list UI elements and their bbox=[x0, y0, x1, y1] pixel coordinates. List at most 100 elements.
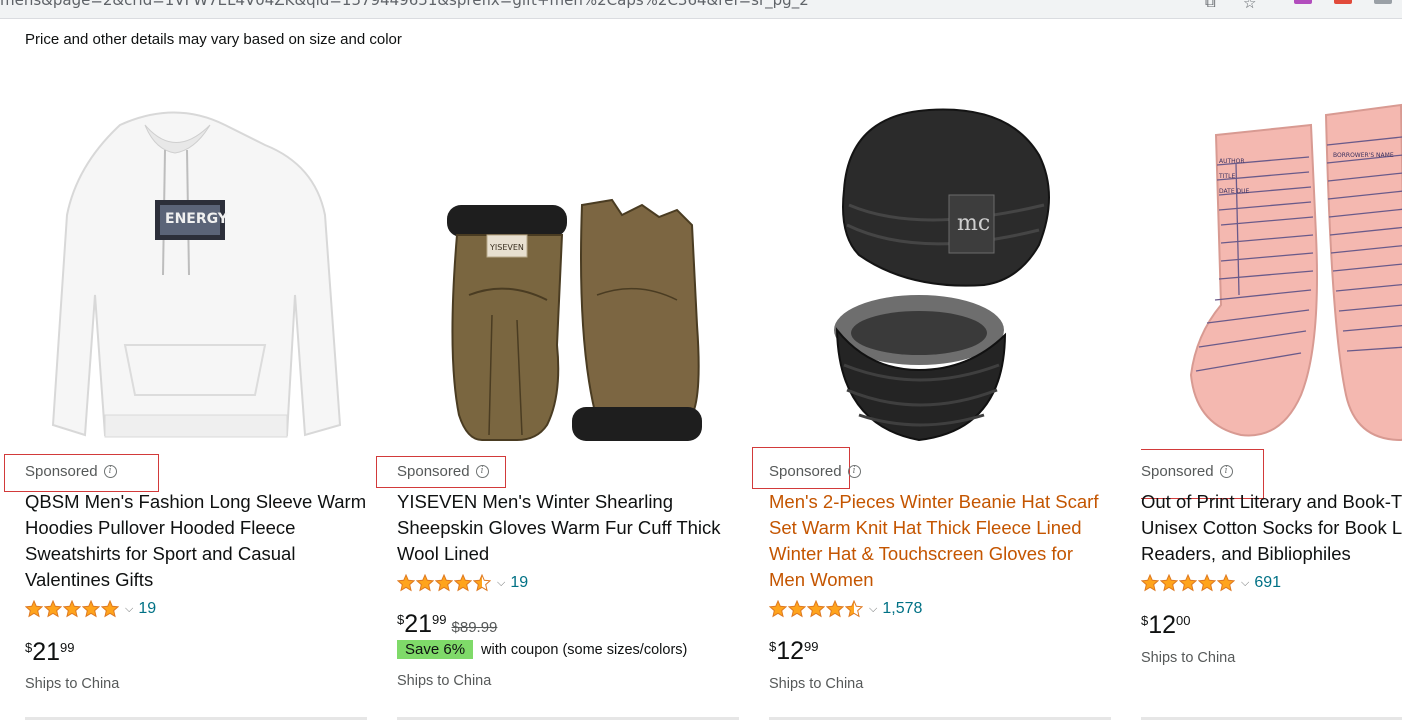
product-card: mc Sponsored i Men's 2-Pieces Winter Bea… bbox=[752, 95, 1114, 727]
currency-symbol: $ bbox=[769, 639, 777, 654]
chevron-down-icon[interactable]: ⌵ bbox=[497, 577, 505, 590]
list-price: $89.99 bbox=[451, 619, 498, 636]
chevron-down-icon[interactable]: ⌵ bbox=[125, 603, 133, 616]
divider bbox=[769, 717, 1111, 720]
price-whole: 21 bbox=[32, 638, 61, 666]
extension-icon[interactable] bbox=[1294, 0, 1312, 4]
price-notice: Price and other details may vary based o… bbox=[25, 31, 402, 48]
price-fraction: 99 bbox=[60, 640, 75, 655]
star-icon bbox=[1160, 574, 1178, 592]
shipping-text: Ships to China bbox=[1141, 650, 1236, 666]
chevron-down-icon[interactable]: ⌵ bbox=[869, 603, 877, 616]
star-icon bbox=[1141, 574, 1159, 592]
product-card: AUTHOR TITLE DATE DUE BORROWER'S NAME Sp… bbox=[1141, 95, 1402, 727]
price[interactable]: $ 21 99 bbox=[25, 638, 75, 666]
price[interactable]: $ 12 00 bbox=[1141, 611, 1191, 639]
white-hoodie-image[interactable]: ENERGY bbox=[25, 95, 367, 450]
sponsored-label[interactable]: Sponsored i bbox=[1141, 463, 1233, 480]
price-whole: 12 bbox=[776, 637, 805, 665]
star-icon bbox=[769, 600, 787, 618]
translate-icon[interactable]: ⧉ bbox=[1205, 0, 1216, 11]
sock-print-date: DATE DUE bbox=[1219, 188, 1250, 195]
star-icon bbox=[845, 600, 863, 618]
star-icon bbox=[826, 600, 844, 618]
star-rating[interactable] bbox=[769, 600, 863, 618]
price-fraction: 00 bbox=[1176, 613, 1191, 628]
currency-symbol: $ bbox=[1141, 613, 1149, 628]
star-icon bbox=[101, 600, 119, 618]
star-icon bbox=[788, 600, 806, 618]
shipping-text: Ships to China bbox=[397, 673, 492, 689]
sponsored-label[interactable]: Sponsored i bbox=[25, 463, 117, 480]
sponsored-text: Sponsored bbox=[1141, 463, 1214, 480]
rating-row: ⌵ 1,578 bbox=[769, 599, 922, 619]
star-rating[interactable] bbox=[25, 600, 119, 618]
shipping-text: Ships to China bbox=[769, 676, 864, 692]
review-count-link[interactable]: 19 bbox=[138, 600, 156, 618]
extension-icon[interactable] bbox=[1334, 0, 1352, 4]
browser-address-bar[interactable]: mens&page=2&crid=1VFW7EL4V04ZK&qid=15794… bbox=[0, 0, 1402, 19]
star-icon bbox=[416, 574, 434, 592]
sock-print-author: AUTHOR bbox=[1219, 158, 1245, 165]
product-card: ENERGY Sponsored i QBSM Men's Fashion Lo… bbox=[4, 95, 370, 727]
star-icon bbox=[1217, 574, 1235, 592]
product-title-link[interactable]: Men's 2-Pieces Winter Beanie Hat Scarf S… bbox=[769, 489, 1114, 593]
star-icon bbox=[82, 600, 100, 618]
sponsored-label[interactable]: Sponsored i bbox=[769, 463, 861, 480]
price-whole: 12 bbox=[1148, 611, 1177, 639]
product-title-link[interactable]: Out of Print Literary and Book-Themed Un… bbox=[1141, 489, 1402, 567]
price[interactable]: $ 21 99 $89.99 bbox=[397, 610, 497, 638]
info-icon[interactable]: i bbox=[103, 465, 117, 478]
url-text[interactable]: mens&page=2&crid=1VFW7EL4V04ZK&qid=15794… bbox=[0, 0, 809, 9]
leather-gloves-image[interactable]: YISEVEN bbox=[397, 95, 739, 450]
star-icon bbox=[807, 600, 825, 618]
divider bbox=[25, 717, 367, 720]
coupon-text: with coupon (some sizes/colors) bbox=[481, 641, 688, 658]
sock-print-title: TITLE bbox=[1218, 173, 1235, 180]
coupon-row[interactable]: Save 6% with coupon (some sizes/colors) bbox=[397, 640, 687, 659]
sponsored-text: Sponsored bbox=[25, 463, 98, 480]
star-icon bbox=[1179, 574, 1197, 592]
review-count-link[interactable]: 691 bbox=[1254, 574, 1281, 592]
sock-print-borrower: BORROWER'S NAME bbox=[1333, 152, 1394, 159]
star-icon bbox=[25, 600, 43, 618]
price[interactable]: $ 12 99 bbox=[769, 637, 819, 665]
star-icon bbox=[473, 574, 491, 592]
beanie-scarf-image[interactable]: mc bbox=[769, 95, 1111, 450]
library-card-socks-image[interactable]: AUTHOR TITLE DATE DUE BORROWER'S NAME bbox=[1141, 95, 1402, 450]
price-fraction: 99 bbox=[432, 612, 447, 627]
rating-row: ⌵ 19 bbox=[25, 599, 156, 619]
price-fraction: 99 bbox=[804, 639, 819, 654]
sponsored-text: Sponsored bbox=[397, 463, 470, 480]
info-icon[interactable]: i bbox=[475, 465, 489, 478]
bookmark-star-icon[interactable]: ☆ bbox=[1243, 0, 1256, 12]
product-title-link[interactable]: YISEVEN Men's Winter Shearling Sheepskin… bbox=[397, 489, 742, 567]
star-rating[interactable] bbox=[1141, 574, 1235, 592]
info-icon[interactable]: i bbox=[847, 465, 861, 478]
sponsored-label[interactable]: Sponsored i bbox=[397, 463, 489, 480]
glove-tag-text: YISEVEN bbox=[489, 243, 524, 252]
sponsored-text: Sponsored bbox=[769, 463, 842, 480]
price-whole: 21 bbox=[404, 610, 433, 638]
currency-symbol: $ bbox=[25, 640, 33, 655]
star-icon bbox=[1198, 574, 1216, 592]
shipping-text: Ships to China bbox=[25, 676, 120, 692]
profile-icon[interactable] bbox=[1374, 0, 1392, 4]
review-count-link[interactable]: 19 bbox=[510, 574, 528, 592]
star-icon bbox=[435, 574, 453, 592]
chevron-down-icon[interactable]: ⌵ bbox=[1241, 577, 1249, 590]
star-rating[interactable] bbox=[397, 574, 491, 592]
star-icon bbox=[454, 574, 472, 592]
product-title-link[interactable]: QBSM Men's Fashion Long Sleeve Warm Hood… bbox=[25, 489, 370, 593]
product-card: YISEVEN Sponsored i YISEVEN Men's Winter… bbox=[376, 95, 742, 727]
review-count-link[interactable]: 1,578 bbox=[882, 600, 922, 618]
rating-row: ⌵ 19 bbox=[397, 573, 528, 593]
divider bbox=[1141, 717, 1402, 720]
currency-symbol: $ bbox=[397, 612, 405, 627]
rating-row: ⌵ 691 bbox=[1141, 573, 1281, 593]
star-icon bbox=[397, 574, 415, 592]
info-icon[interactable]: i bbox=[1219, 465, 1233, 478]
coupon-badge[interactable]: Save 6% bbox=[397, 640, 474, 659]
divider bbox=[397, 717, 739, 720]
star-icon bbox=[63, 600, 81, 618]
